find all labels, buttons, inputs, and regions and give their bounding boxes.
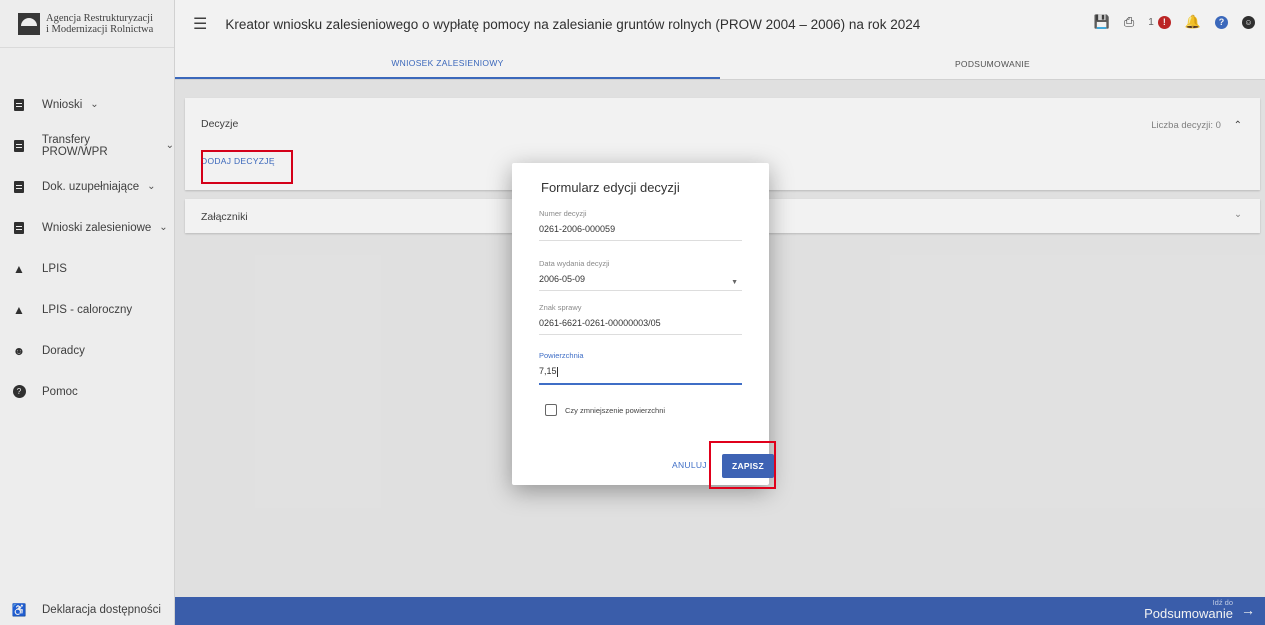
case-number-value: 0261-6621-0261-00000003/05 <box>539 318 661 328</box>
decision-number-value: 0261-2006-000059 <box>539 224 616 234</box>
area-field[interactable]: Powierzchnia 7,15 <box>539 351 742 385</box>
case-number-field[interactable]: Znak sprawy 0261-6621-0261-00000003/05 <box>539 303 742 335</box>
decision-date-label: Data wydania decyzji <box>539 259 610 268</box>
case-number-label: Znak sprawy <box>539 303 582 312</box>
save-button-highlight <box>709 441 776 489</box>
decision-date-value: 2006-05-09 <box>539 274 586 284</box>
dropdown-arrow-icon: ▼ <box>731 279 738 286</box>
dialog-title: Formularz edycji decyzji <box>541 180 680 195</box>
area-reduction-checkbox-row[interactable]: Czy zmniejszenie powierzchni <box>545 404 665 416</box>
area-label: Powierzchnia <box>539 351 584 360</box>
text-caret <box>556 366 558 377</box>
cancel-button[interactable]: ANULUJ <box>672 460 707 470</box>
decision-edit-dialog: Formularz edycji decyzji Numer decyzji 0… <box>512 163 769 485</box>
decision-number-label: Numer decyzji <box>539 209 587 218</box>
decision-number-field[interactable]: Numer decyzji 0261-2006-000059 <box>539 209 742 241</box>
decision-date-select[interactable]: Data wydania decyzji 2006-05-09 ▼ <box>539 259 742 291</box>
area-value: 7,15 <box>539 366 557 376</box>
area-reduction-label: Czy zmniejszenie powierzchni <box>565 405 666 415</box>
area-reduction-checkbox[interactable] <box>545 404 557 416</box>
area-value-wrap: 7,15 <box>539 366 742 383</box>
